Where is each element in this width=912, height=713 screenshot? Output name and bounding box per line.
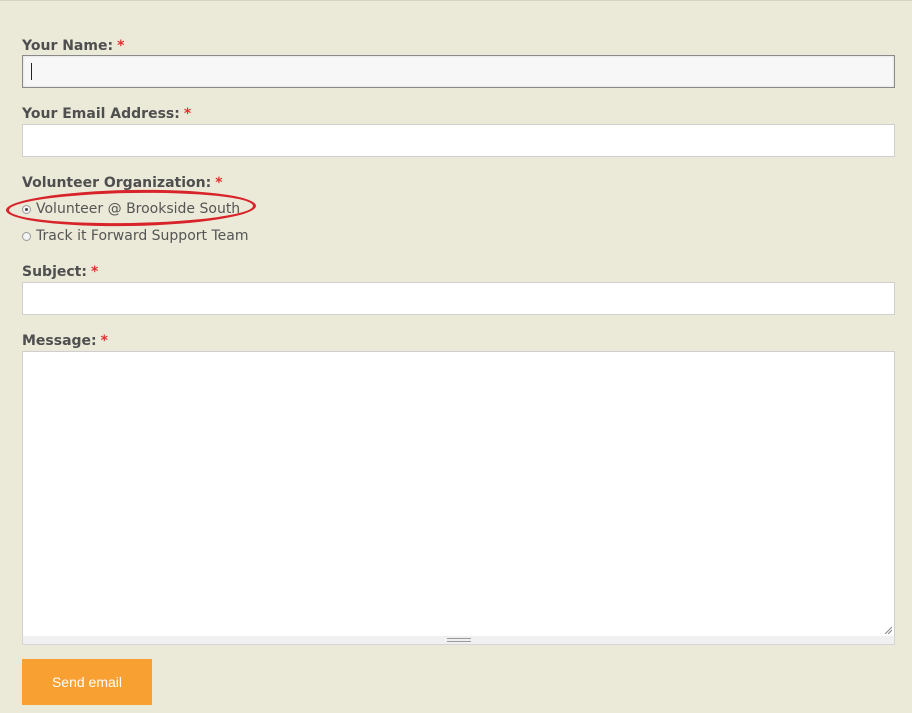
organization-label-text: Volunteer Organization: xyxy=(22,175,212,191)
contact-form: Your Name: * Your Email Address: * Volunte… xyxy=(0,1,912,713)
send-email-button[interactable]: Send email xyxy=(22,659,152,705)
resize-grip-icon[interactable] xyxy=(884,626,892,634)
email-required-mark: * xyxy=(183,106,192,122)
textarea-resize-bar[interactable] xyxy=(22,636,895,645)
subject-input[interactable] xyxy=(22,282,895,315)
name-required-mark: * xyxy=(117,38,125,54)
annotation-ellipse xyxy=(5,187,257,229)
email-label-text: Your Email Address: xyxy=(22,106,180,122)
message-required-mark: * xyxy=(100,333,108,349)
radio-trackitforward[interactable] xyxy=(22,231,31,241)
subject-label-text: Subject: xyxy=(22,264,87,280)
message-label: Message: * xyxy=(22,332,108,350)
organization-required-mark: * xyxy=(215,175,223,191)
email-label: Your Email Address: * xyxy=(22,105,191,123)
message-label-text: Message: xyxy=(22,333,97,349)
message-textarea[interactable] xyxy=(22,351,895,637)
name-label-text: Your Name: xyxy=(22,38,114,54)
email-input[interactable] xyxy=(22,124,895,157)
subject-label: Subject: * xyxy=(22,263,98,281)
name-input[interactable] xyxy=(22,55,895,88)
text-caret xyxy=(31,63,32,80)
organization-option-trackitforward[interactable]: Track it Forward Support Team xyxy=(22,227,248,245)
subject-required-mark: * xyxy=(90,264,99,280)
resize-handle-icon xyxy=(447,638,471,642)
name-label: Your Name: * xyxy=(22,37,124,55)
organization-option-trackitforward-label[interactable]: Track it Forward Support Team xyxy=(36,227,248,245)
